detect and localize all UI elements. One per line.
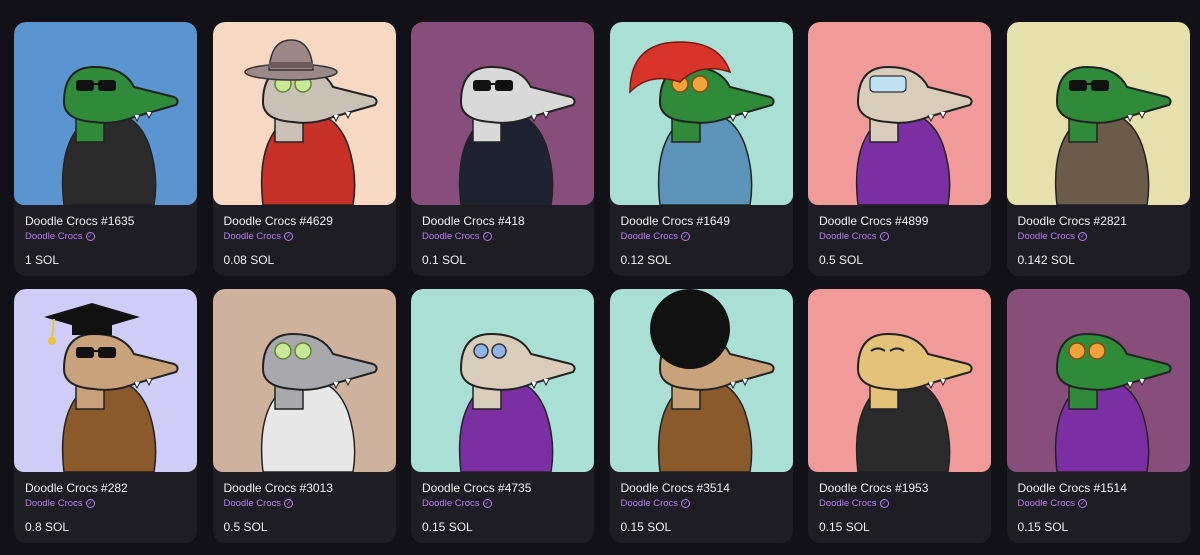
nft-info: Doodle Crocs #4629 Doodle Crocs ✓ 0.08 SOL [213, 205, 396, 268]
collection-link[interactable]: Doodle Crocs ✓ [422, 497, 583, 510]
nft-info: Doodle Crocs #1514 Doodle Crocs ✓ 0.15 SOL [1007, 472, 1190, 535]
nft-price: 0.08 SOL [223, 253, 275, 267]
verified-check-icon: ✓ [681, 499, 691, 508]
nft-image[interactable] [411, 289, 594, 472]
collection-name: Doodle Crocs [422, 231, 480, 242]
nft-name: Doodle Crocs #2821 [1017, 214, 1127, 228]
verified-check-icon: ✓ [1078, 232, 1088, 241]
nft-image[interactable] [1006, 22, 1190, 205]
nft-price: 0.15 SOL [620, 520, 672, 534]
collection-link[interactable]: Doodle Crocs ✓ [224, 230, 385, 243]
nft-image[interactable] [609, 289, 793, 472]
collection-name: Doodle Crocs [25, 498, 83, 509]
nft-name: Doodle Crocs #4899 [819, 214, 929, 228]
nft-name: Doodle Crocs #3514 [620, 481, 730, 495]
nft-card[interactable]: Doodle Crocs #282 Doodle Crocs ✓ 0.8 SOL [14, 289, 197, 543]
collection-link[interactable]: Doodle Crocs ✓ [819, 230, 980, 243]
nft-price: 0.8 SOL [25, 520, 70, 534]
nft-info: Doodle Crocs #3013 Doodle Crocs ✓ 0.5 SOL [213, 472, 396, 535]
nft-card[interactable]: Doodle Crocs #1953 Doodle Crocs ✓ 0.15 SOL [808, 289, 991, 543]
verified-check-icon: ✓ [482, 499, 492, 508]
nft-name: Doodle Crocs #1635 [25, 214, 135, 228]
nft-card[interactable]: Doodle Crocs #2821 Doodle Crocs ✓ 0.142 SOL [1006, 22, 1190, 276]
collection-name: Doodle Crocs [1017, 498, 1076, 509]
nft-name: Doodle Crocs #4735 [422, 481, 532, 495]
collection-name: Doodle Crocs [422, 498, 480, 509]
collection-link[interactable]: Doodle Crocs ✓ [621, 497, 782, 510]
verified-check-icon: ✓ [85, 499, 95, 508]
nft-image[interactable] [808, 22, 991, 205]
nft-price: 0.15 SOL [1017, 520, 1069, 534]
collection-name: Doodle Crocs [620, 498, 679, 509]
nft-price: 0.5 SOL [819, 253, 864, 267]
nft-card[interactable]: Doodle Crocs #4735 Doodle Crocs ✓ 0.15 SOL [411, 289, 594, 543]
nft-image[interactable] [808, 289, 991, 472]
nft-card[interactable]: Doodle Crocs #1635 Doodle Crocs ✓ 1 SOL [14, 22, 197, 276]
collection-name: Doodle Crocs [223, 231, 282, 242]
collection-name: Doodle Crocs [620, 231, 679, 242]
nft-price: 0.5 SOL [223, 520, 268, 534]
collection-name: Doodle Crocs [819, 498, 877, 509]
collection-link[interactable]: Doodle Crocs ✓ [224, 497, 385, 510]
verified-check-icon: ✓ [482, 232, 492, 241]
nft-card[interactable]: Doodle Crocs #4899 Doodle Crocs ✓ 0.5 SOL [808, 22, 991, 276]
nft-info: Doodle Crocs #2821 Doodle Crocs ✓ 0.142 SOL [1007, 205, 1190, 268]
nft-card[interactable]: Doodle Crocs #3514 Doodle Crocs ✓ 0.15 SOL [609, 289, 793, 543]
nft-price: 1 SOL [25, 253, 60, 267]
collection-link[interactable]: Doodle Crocs ✓ [422, 230, 583, 243]
nft-card[interactable]: Doodle Crocs #1514 Doodle Crocs ✓ 0.15 SOL [1006, 289, 1190, 543]
nft-price: 0.12 SOL [620, 253, 672, 267]
collection-link[interactable]: Doodle Crocs ✓ [25, 497, 186, 510]
nft-info: Doodle Crocs #4735 Doodle Crocs ✓ 0.15 SOL [411, 472, 594, 535]
verified-check-icon: ✓ [1078, 499, 1088, 508]
nft-info: Doodle Crocs #1953 Doodle Crocs ✓ 0.15 SOL [808, 472, 991, 535]
nft-name: Doodle Crocs #418 [422, 214, 525, 228]
verified-check-icon: ✓ [284, 232, 294, 241]
nft-name: Doodle Crocs #1649 [620, 214, 730, 228]
collection-name: Doodle Crocs [223, 498, 282, 509]
nft-name: Doodle Crocs #282 [25, 481, 128, 495]
nft-info: Doodle Crocs #3514 Doodle Crocs ✓ 0.15 SOL [610, 472, 793, 535]
nft-info: Doodle Crocs #418 Doodle Crocs ✓ 0.1 SOL [411, 205, 594, 268]
collection-link[interactable]: Doodle Crocs ✓ [1018, 497, 1179, 510]
nft-name: Doodle Crocs #1514 [1017, 481, 1127, 495]
nft-info: Doodle Crocs #282 Doodle Crocs ✓ 0.8 SOL [14, 472, 197, 535]
nft-image[interactable] [14, 22, 197, 205]
nft-price: 0.1 SOL [422, 253, 467, 267]
nft-card[interactable]: Doodle Crocs #4629 Doodle Crocs ✓ 0.08 SOL [212, 22, 396, 276]
nft-name: Doodle Crocs #3013 [223, 481, 333, 495]
nft-info: Doodle Crocs #4899 Doodle Crocs ✓ 0.5 SOL [808, 205, 991, 268]
collection-link[interactable]: Doodle Crocs ✓ [25, 230, 186, 243]
nft-card[interactable]: Doodle Crocs #1649 Doodle Crocs ✓ 0.12 SOL [609, 22, 793, 276]
verified-check-icon: ✓ [879, 232, 889, 241]
verified-check-icon: ✓ [879, 499, 889, 508]
nft-image[interactable] [14, 289, 197, 472]
nft-card[interactable]: Doodle Crocs #3013 Doodle Crocs ✓ 0.5 SOL [212, 289, 396, 543]
collection-name: Doodle Crocs [1017, 231, 1076, 242]
nft-name: Doodle Crocs #4629 [223, 214, 333, 228]
nft-price: 0.15 SOL [422, 520, 473, 534]
verified-check-icon: ✓ [284, 499, 294, 508]
nft-grid: Doodle Crocs #1635 Doodle Crocs ✓ 1 SOL Doo… [14, 22, 1190, 543]
nft-info: Doodle Crocs #1635 Doodle Crocs ✓ 1 SOL [14, 205, 197, 268]
nft-price: 0.142 SOL [1017, 253, 1075, 267]
collection-name: Doodle Crocs [819, 231, 877, 242]
collection-link[interactable]: Doodle Crocs ✓ [621, 230, 782, 243]
nft-image[interactable] [411, 22, 594, 205]
nft-image[interactable] [609, 22, 793, 205]
verified-check-icon: ✓ [85, 232, 95, 241]
nft-image[interactable] [212, 289, 396, 472]
nft-name: Doodle Crocs #1953 [819, 481, 929, 495]
collection-name: Doodle Crocs [25, 231, 83, 242]
nft-image[interactable] [212, 22, 396, 205]
nft-info: Doodle Crocs #1649 Doodle Crocs ✓ 0.12 SOL [610, 205, 793, 268]
collection-link[interactable]: Doodle Crocs ✓ [819, 497, 980, 510]
collection-link[interactable]: Doodle Crocs ✓ [1018, 230, 1179, 243]
verified-check-icon: ✓ [681, 232, 691, 241]
nft-card[interactable]: Doodle Crocs #418 Doodle Crocs ✓ 0.1 SOL [411, 22, 594, 276]
nft-price: 0.15 SOL [819, 520, 870, 534]
nft-image[interactable] [1006, 289, 1190, 472]
